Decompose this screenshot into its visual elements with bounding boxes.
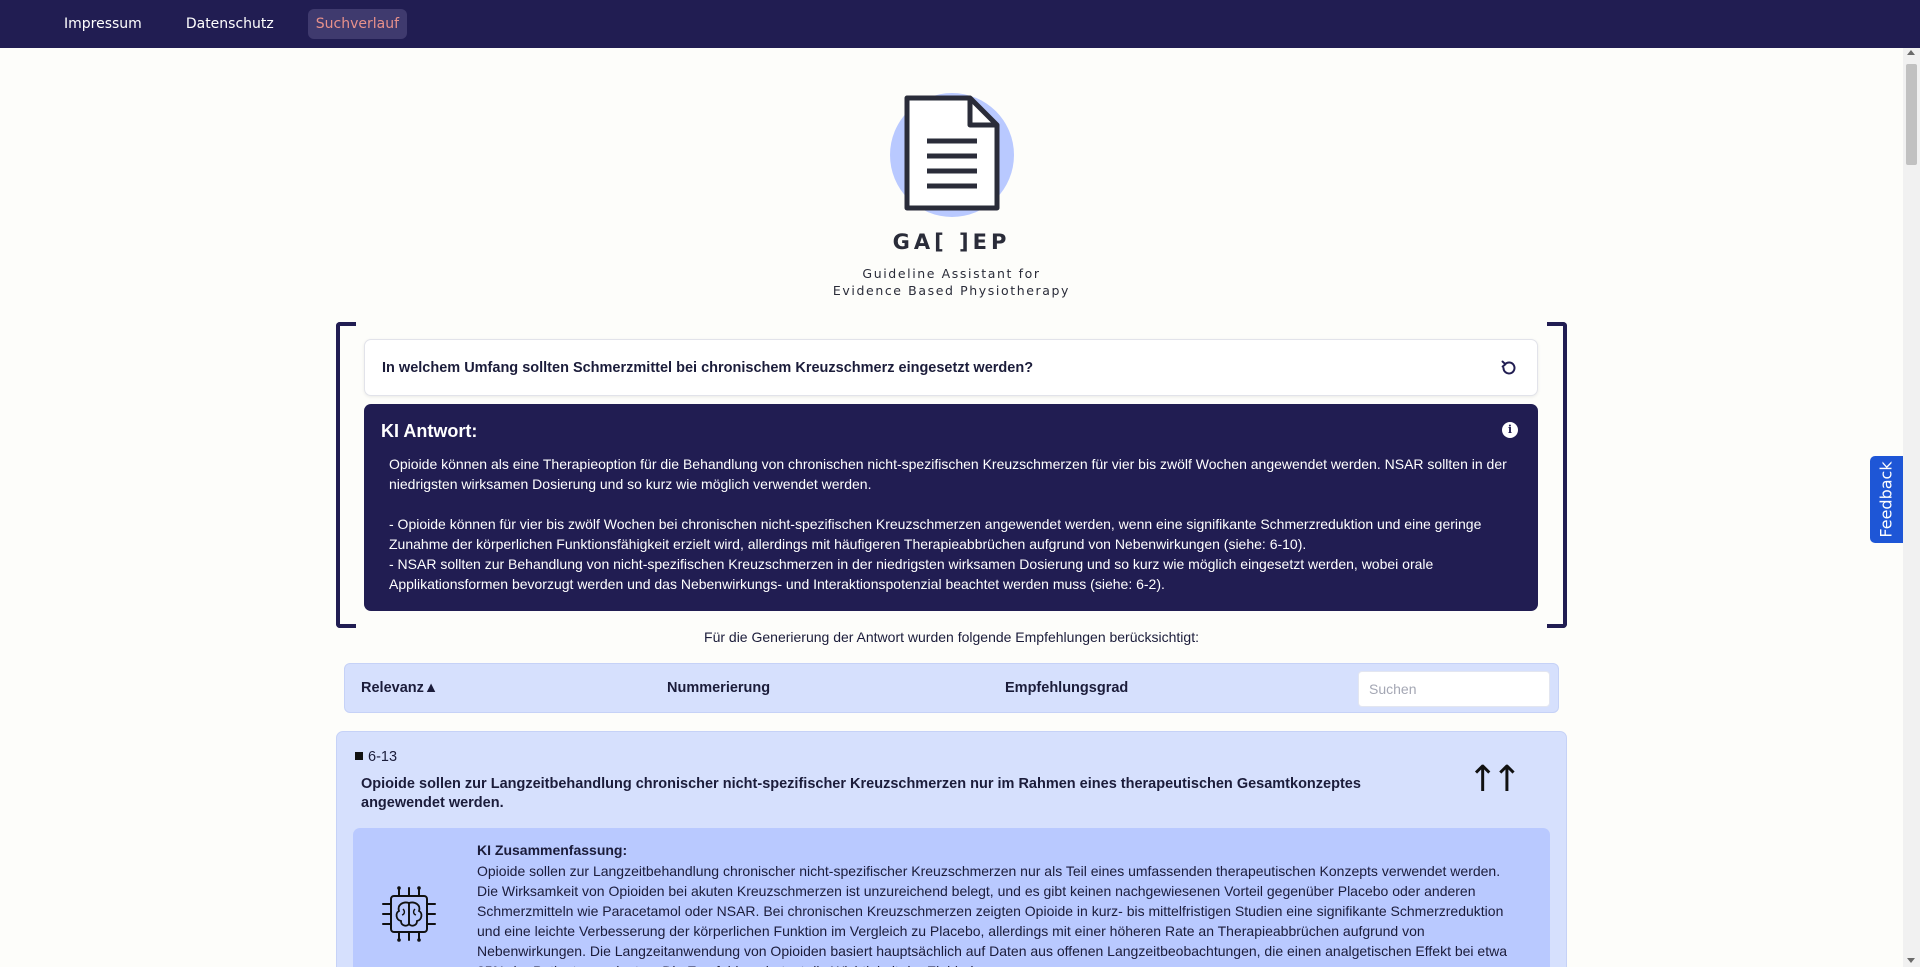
- scroll-down-arrow-icon[interactable]: [1907, 958, 1915, 963]
- top-navigation: Impressum Datenschutz Suchverlauf: [0, 0, 1920, 48]
- bracket-left: [336, 322, 356, 628]
- bullet-square-icon: [355, 752, 363, 760]
- recommendation-text: Opioide sollen zur Langzeitbehandlung ch…: [361, 776, 1361, 811]
- app-title: GA[ ]EP: [892, 230, 1011, 254]
- refresh-icon[interactable]: [1499, 358, 1519, 378]
- app-subtitle-line1: Guideline Assistant for: [862, 266, 1041, 281]
- scroll-thumb[interactable]: [1906, 64, 1917, 165]
- feedback-label: Feedback: [1877, 461, 1897, 538]
- search-input[interactable]: [1358, 671, 1550, 707]
- filter-bar: Relevanz▲ Nummerierung Empfehlungsgrad: [344, 663, 1559, 713]
- ai-answer-title: KI Antwort:: [381, 421, 478, 441]
- ai-summary-panel: KI Zusammenfassung: Opioide sollen zur L…: [353, 828, 1550, 967]
- sort-numbering[interactable]: Nummerierung: [667, 680, 770, 696]
- recommendation-card[interactable]: 6-13 Opioide sollen zur Langzeitbehandlu…: [336, 731, 1567, 967]
- app-subtitle: Guideline Assistant for Evidence Based P…: [0, 265, 1903, 299]
- sort-relevance[interactable]: Relevanz▲: [361, 680, 438, 696]
- nav-datenschutz[interactable]: Datenschutz: [178, 9, 282, 39]
- logo: [890, 93, 1014, 217]
- sort-grade[interactable]: Empfehlungsgrad: [1005, 680, 1128, 696]
- question-text: In welchem Umfang sollten Schmerzmittel …: [382, 359, 1034, 376]
- ai-answer-point-1: - Opioide können für vier bis zwölf Woch…: [389, 516, 1482, 552]
- recommendation-grade-arrows-icon: ↑↑: [1467, 759, 1522, 800]
- nav-impressum[interactable]: Impressum: [52, 9, 150, 39]
- scroll-up-arrow-icon[interactable]: [1907, 50, 1915, 55]
- app-subtitle-line2: Evidence Based Physiotherapy: [832, 283, 1071, 298]
- question-box: In welchem Umfang sollten Schmerzmittel …: [364, 339, 1538, 396]
- ai-answer-intro: Opioide können als eine Therapieoption f…: [389, 456, 1507, 492]
- considered-recommendations-text: Für die Generierung der Antwort wurden f…: [704, 629, 1199, 645]
- info-icon[interactable]: i: [1502, 422, 1518, 438]
- recommendation-id-label: 6-13: [368, 749, 398, 765]
- recommendation-id: 6-13: [355, 749, 397, 765]
- ai-summary-text: Opioide sollen zur Langzeitbehandlung ch…: [477, 863, 1508, 967]
- nav-suchverlauf[interactable]: Suchverlauf: [307, 9, 408, 39]
- page-scrollbar[interactable]: [1903, 48, 1920, 967]
- ai-answer-panel: KI Antwort: i Opioide können als eine Th…: [364, 404, 1538, 611]
- ai-answer-point-2: - NSAR sollten zur Behandlung von nicht-…: [389, 556, 1434, 592]
- ai-answer-body: Opioide können als eine Therapieoption f…: [381, 454, 1521, 594]
- bracket-right: [1547, 322, 1567, 628]
- ai-brain-chip-icon: [382, 886, 436, 942]
- document-icon: [904, 95, 1000, 211]
- feedback-button[interactable]: Feedback: [1870, 456, 1903, 543]
- ai-summary-title: KI Zusammenfassung:: [477, 842, 628, 858]
